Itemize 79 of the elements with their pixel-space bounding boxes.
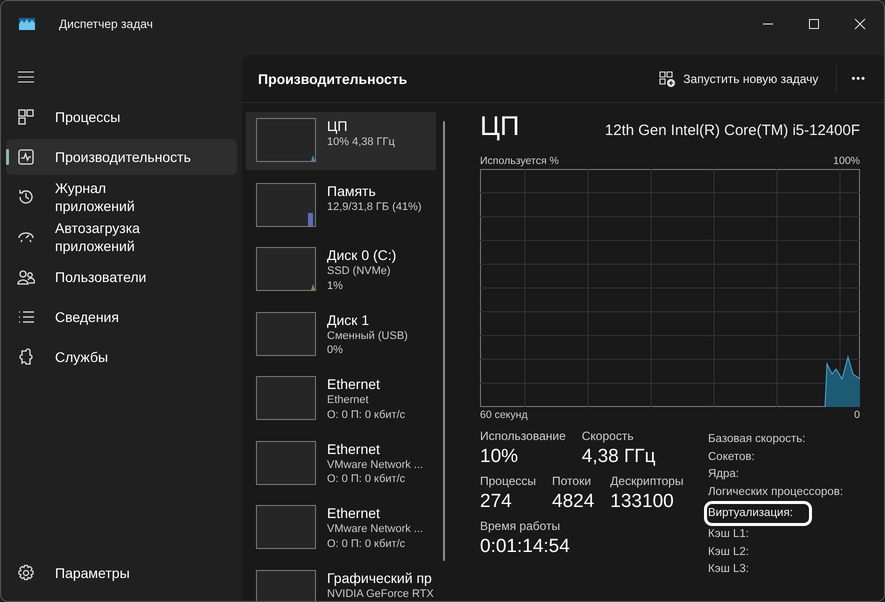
- settings-item[interactable]: Параметры: [6, 555, 237, 591]
- page-title: Производительность: [258, 70, 408, 86]
- app-icon: [19, 18, 35, 30]
- close-icon[interactable]: [854, 18, 866, 30]
- stat-value: 0:01:14:54: [480, 536, 570, 558]
- more-button[interactable]: •••: [849, 68, 868, 88]
- stat-value: 4,38 ГГц: [582, 446, 656, 468]
- nav-item[interactable]: Службы: [6, 339, 237, 375]
- stat-label: Использование: [480, 429, 566, 443]
- device-item[interactable]: Графический пр NVIDIA GeForce RTX: [246, 564, 436, 601]
- device-info: Ethernet: [327, 393, 370, 408]
- device-info: SSD (NVMe): [327, 264, 392, 278]
- device-info: О: 0 П: 0 кбит/с: [327, 472, 406, 486]
- device-info: О: 0 П: 0 кбит/с: [327, 408, 406, 422]
- device-item[interactable]: Ethernet Ethernet О: 0 П: 0 кбит/с: [246, 370, 436, 428]
- nav-item[interactable]: Процессы: [6, 99, 237, 135]
- detail-title: ЦП: [480, 111, 520, 142]
- users-icon: [17, 268, 35, 286]
- device-item[interactable]: Ethernet VMware Network ... О: 0 П: 0 кбит/с: [246, 434, 436, 492]
- menu-icon[interactable]: [18, 71, 34, 83]
- device-name: Графический пр: [327, 570, 433, 586]
- device-info: О: 0 П: 0 кбит/с: [327, 536, 406, 551]
- nav-item[interactable]: Журнал приложений: [6, 179, 237, 215]
- pulse-icon: [17, 148, 35, 166]
- axis-label: Используется %: [480, 155, 559, 167]
- property-label: Кэш L3:: [708, 562, 749, 577]
- device-info: Сменный (USB): [327, 328, 408, 343]
- settings-icon: [17, 564, 35, 582]
- stat-value: 4824: [552, 491, 594, 513]
- stat-label: Процессы: [480, 474, 536, 488]
- puzzle-icon: [17, 348, 35, 366]
- stat-label: Потоки: [552, 474, 592, 488]
- device-item[interactable]: Диск 0 (C:) SSD (NVMe) 1%: [246, 241, 436, 299]
- axis-label: 60 секунд: [480, 409, 528, 421]
- window-title: Диспетчер задач: [59, 17, 153, 31]
- device-name: Память: [327, 182, 377, 200]
- device-name: Ethernet: [327, 376, 381, 393]
- device-info: 0%: [327, 343, 344, 358]
- device-name: Диск 0 (C:): [327, 247, 396, 264]
- device-name: Ethernet: [327, 505, 381, 522]
- stat-label: Дескрипторы: [610, 474, 684, 488]
- device-info: 1%: [327, 278, 344, 293]
- device-info: NVIDIA GeForce RTX: [327, 586, 434, 601]
- cpu-model: 12th Gen Intel(R) Core(TM) i5-12400F: [604, 122, 860, 139]
- device-info: 12,9/31,8 ГБ (41%): [327, 200, 422, 214]
- device-item[interactable]: Память 12,9/31,8 ГБ (41%): [246, 176, 436, 234]
- device-name: Диск 1: [327, 312, 370, 328]
- axis-label: 0: [854, 409, 860, 421]
- device-info: 10% 4,38 ГГц: [327, 135, 395, 150]
- run-task-button[interactable]: Запустить новую задачу: [653, 66, 824, 90]
- history-icon: [17, 188, 35, 206]
- nav-item[interactable]: Сведения: [6, 299, 237, 335]
- property-label: Кэш L2:: [708, 544, 749, 560]
- stat-label: Скорость: [582, 429, 635, 443]
- property-label: Базовая скорость:: [708, 432, 806, 447]
- device-info: VMware Network ...: [327, 458, 423, 472]
- property-label: Кэш L1:: [708, 527, 749, 542]
- grid-icon: [17, 108, 35, 126]
- nav-item[interactable]: Производительность: [6, 139, 237, 175]
- device-item[interactable]: Диск 1 Сменный (USB) 0%: [246, 306, 436, 364]
- device-item[interactable]: ЦП 10% 4,38 ГГц: [246, 112, 436, 170]
- maximize-icon[interactable]: [808, 18, 820, 30]
- scrollbar[interactable]: [443, 121, 445, 561]
- property-label: Сокетов:: [708, 450, 755, 464]
- new-task-icon: [659, 70, 676, 86]
- device-info: VMware Network ...: [327, 522, 423, 536]
- nav-item[interactable]: Пользователи: [6, 259, 237, 295]
- device-name: ЦП: [327, 118, 348, 135]
- nav-item[interactable]: Автозагрузка приложений: [6, 219, 237, 255]
- stat-label: Время работы: [480, 519, 562, 533]
- stat-value: 274: [480, 491, 513, 513]
- property-label: Логических процессоров:: [708, 484, 844, 500]
- property-label: Ядра:: [708, 467, 740, 482]
- stat-value: 10%: [480, 446, 520, 468]
- device-item[interactable]: Ethernet VMware Network ... О: 0 П: 0 кбит/с: [246, 499, 436, 557]
- device-name: Ethernet: [327, 440, 381, 458]
- axis-label: 100%: [833, 155, 860, 167]
- highlighted-property: Виртуализация:: [704, 501, 812, 526]
- stat-value: 133100: [610, 491, 675, 513]
